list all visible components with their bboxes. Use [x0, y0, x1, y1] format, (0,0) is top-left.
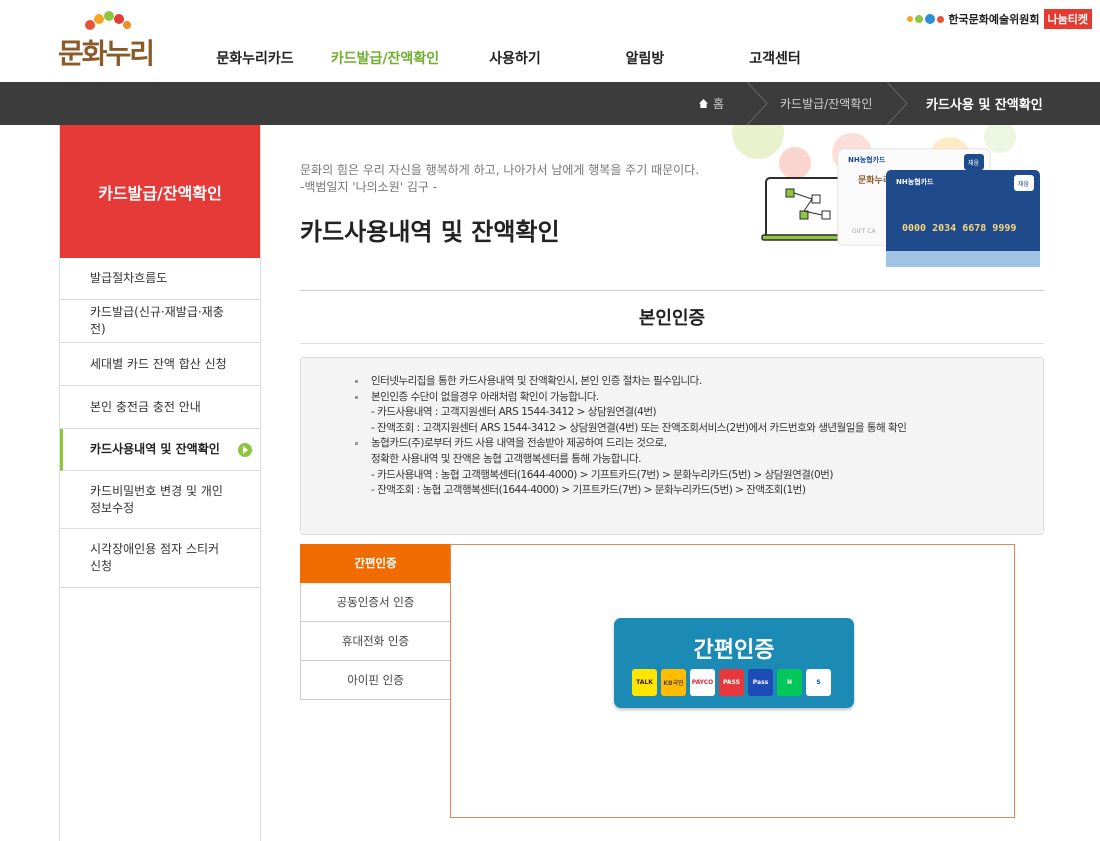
- quote-text: 문화의 힘은 우리 자신을 행복하게 하고, 나아가서 남에게 행복을 주기 때…: [300, 163, 700, 177]
- auth-provider-list: TALK KB국민 PAYCO PASS Pass N S: [632, 669, 831, 696]
- samsung-pass-icon: Pass: [748, 669, 773, 696]
- munhwanuri-logo[interactable]: 문화누리: [58, 10, 158, 74]
- site-header: 문화누리 문화누리카드 카드발급/잔액확인 사용하기 알림방 고객센터 한국문화…: [0, 0, 1100, 82]
- side-nav-item-braille-sticker[interactable]: 시각장애인용 점자 스티커 신청: [60, 529, 260, 588]
- back-card-text: GIFT CA: [852, 228, 877, 235]
- easy-auth-label: 간편인증: [693, 638, 775, 663]
- arrow-right-circle-icon: [238, 442, 252, 457]
- side-nav-item-label: 카드사용내역 및 잔액확인: [90, 442, 220, 456]
- side-nav-item-card-issue[interactable]: 카드발급(신규·재발급·재충전): [60, 300, 260, 343]
- breadcrumb-home-label: 홈: [713, 97, 725, 111]
- logo-text: 문화누리: [58, 37, 155, 70]
- auth-tabs: 간편인증 공동인증서 인증 휴대전화 인증 아이핀 인증: [300, 544, 451, 700]
- back-card-tag: 채움: [968, 159, 980, 167]
- gnb-notice[interactable]: 알림방: [580, 48, 710, 68]
- side-nav-item-label: 카드발급(신규·재발급·재충전): [90, 305, 224, 336]
- divider: [300, 343, 1044, 344]
- breadcrumb-separator-icon: [886, 82, 908, 125]
- pass-icon: PASS: [719, 669, 744, 696]
- front-card-tag: 채움: [1018, 180, 1030, 188]
- home-icon: [699, 99, 708, 108]
- divider: [300, 290, 1044, 291]
- partner-org-name: 한국문화예술위원회: [948, 13, 1040, 26]
- arko-logo-icon: [907, 14, 945, 24]
- auth-panel: 간편인증 TALK KB국민 PAYCO PASS Pass N S: [450, 544, 1015, 818]
- logo-flower-icon: [85, 11, 131, 30]
- global-nav: 문화누리카드 카드발급/잔액확인 사용하기 알림방 고객센터: [190, 48, 840, 68]
- nanum-ticket-badge: 나눔티켓: [1043, 9, 1092, 29]
- side-nav-item-usage-balance[interactable]: 카드사용내역 및 잔액확인: [60, 429, 260, 471]
- side-nav-title: 카드발급/잔액확인: [60, 125, 260, 258]
- side-nav-item-label: 시각장애인용 점자 스티커 신청: [90, 542, 220, 573]
- notice-line: 본인인증 수단이 없을경우 아래처럼 확인이 가능합니다.: [353, 390, 1043, 406]
- front-card-brand: NH농협카드: [896, 177, 934, 186]
- quote-author: -백범일지 '나의소원' 김구 -: [300, 180, 438, 194]
- notice-line: - 잔액조회 : 고객지원센터 ARS 1544-3412 > 상담원연결(4번…: [371, 421, 907, 434]
- breadcrumb: 홈 카드발급/잔액확인 카드사용 및 잔액확인: [0, 82, 1100, 125]
- gnb-customer-center[interactable]: 고객센터: [710, 48, 840, 68]
- side-nav-item-label: 발급절차흐름도: [90, 271, 168, 285]
- breadcrumb-current: 카드사용 및 잔액확인: [926, 98, 1043, 113]
- breadcrumb-home[interactable]: 홈: [699, 82, 724, 125]
- tab-certificate-auth[interactable]: 공동인증서 인증: [300, 583, 451, 622]
- notice-line: 정확한 사용내역 및 잔액은 농협 고객행복센터를 통해 가능합니다.: [371, 452, 642, 465]
- side-nav-item-household-balance[interactable]: 세대별 카드 잔액 합산 신청: [60, 343, 260, 386]
- notice-box: 인터넷누리집을 통한 카드사용내역 및 잔액확인시, 본인 인증 절차는 필수입…: [300, 357, 1044, 535]
- side-nav-item-label: 본인 충전금 충전 안내: [90, 399, 201, 414]
- shinhan-icon: S: [806, 669, 831, 696]
- gnb-card[interactable]: 문화누리카드: [190, 48, 320, 68]
- card-visual-illustration: NH농협카드 채움 문화누리 GIFT CA NH농협카드 채움 0000 20…: [732, 125, 1040, 267]
- notice-line: - 카드사용내역 : 농협 고객행복센터(1644-4000) > 기프트카드(…: [371, 468, 833, 481]
- breadcrumb-separator-icon: [746, 82, 768, 125]
- kb-icon: KB국민: [661, 669, 686, 696]
- breadcrumb-parent[interactable]: 카드발급/잔액확인: [780, 82, 872, 125]
- payco-icon: PAYCO: [690, 669, 715, 696]
- side-nav-item-password-change[interactable]: 카드비밀번호 변경 및 개인 정보수정: [60, 471, 260, 529]
- gnb-card-issue[interactable]: 카드발급/잔액확인: [320, 48, 450, 68]
- side-nav-item-self-charge[interactable]: 본인 충전금 충전 안내: [60, 386, 260, 429]
- side-nav: 카드발급/잔액확인 발급절차흐름도 카드발급(신규·재발급·재충전) 세대별 카…: [59, 125, 261, 841]
- tab-ipin-auth[interactable]: 아이핀 인증: [300, 661, 451, 700]
- notice-line: - 잔액조회 : 농협 고객행복센터(1644-4000) > 기프트카드(7번…: [371, 484, 806, 497]
- tab-easy-auth[interactable]: 간편인증: [300, 544, 451, 583]
- back-card-brand: NH농협카드: [848, 155, 886, 164]
- notice-line: 농협카드(주)로부터 카드 사용 내역을 전송받아 제공하여 드리는 것으로,: [353, 436, 1043, 452]
- page-title: 카드사용내역 및 잔액확인: [300, 218, 560, 246]
- kakao-icon: TALK: [632, 669, 657, 696]
- section-title: 본인인증: [638, 308, 706, 329]
- page-quote: 문화의 힘은 우리 자신을 행복하게 하고, 나아가서 남에게 행복을 주기 때…: [300, 162, 699, 196]
- side-nav-item-label: 세대별 카드 잔액 합산 신청: [90, 356, 227, 371]
- gnb-usage[interactable]: 사용하기: [450, 48, 580, 68]
- easy-auth-button[interactable]: 간편인증 TALK KB국민 PAYCO PASS Pass N S: [614, 618, 854, 708]
- notice-line: 인터넷누리집을 통한 카드사용내역 및 잔액확인시, 본인 인증 절차는 필수입…: [353, 374, 1043, 390]
- tab-mobile-auth[interactable]: 휴대전화 인증: [300, 622, 451, 661]
- side-nav-item-label: 카드비밀번호 변경 및 개인 정보수정: [90, 483, 223, 515]
- card-number: 0000 2034 6678 9999: [902, 223, 1016, 234]
- partner-logo[interactable]: 한국문화예술위원회 나눔티켓: [907, 9, 1092, 29]
- naver-icon: N: [777, 669, 802, 696]
- notice-line: - 카드사용내역 : 고객지원센터 ARS 1544-3412 > 상담원연결(…: [371, 406, 657, 419]
- side-nav-item-issue-flow[interactable]: 발급절차흐름도: [60, 258, 260, 300]
